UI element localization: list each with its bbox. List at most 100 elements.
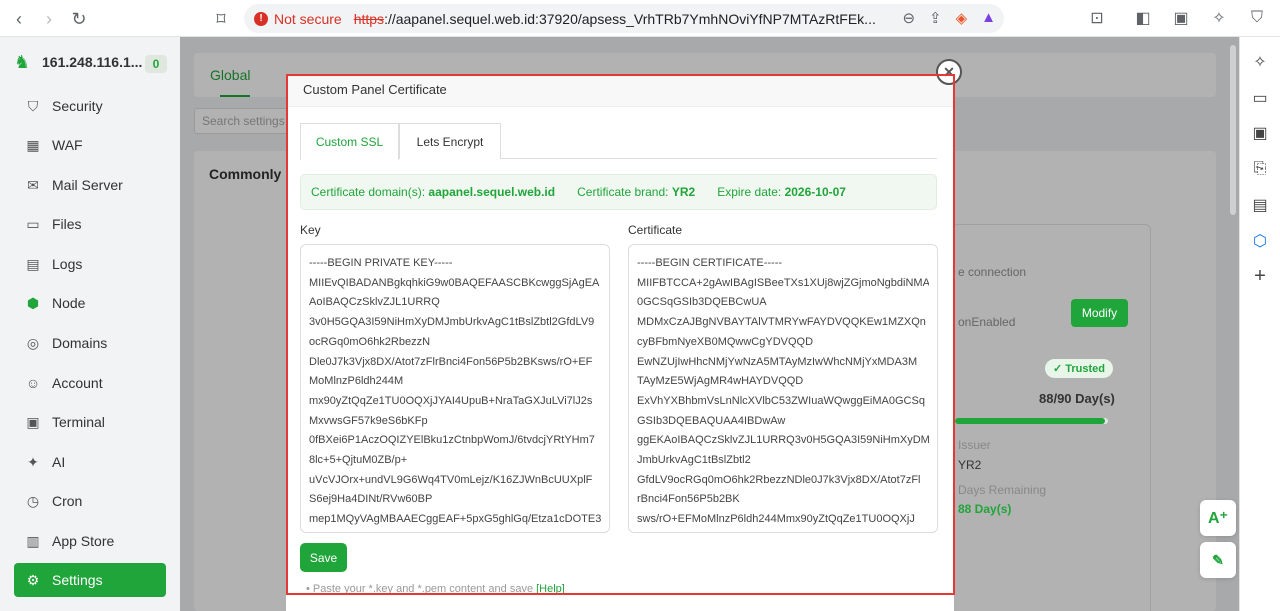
save-button[interactable]: Save	[300, 543, 347, 572]
tab-lets-encrypt[interactable]: Lets Encrypt	[399, 123, 501, 159]
assistant-icon[interactable]: A⁺	[1200, 500, 1236, 536]
wallet-icon[interactable]: ▣	[1249, 122, 1271, 144]
expire-label: Expire date:	[717, 185, 782, 199]
leo-ai-icon[interactable]: ✧	[1207, 6, 1231, 30]
key-line: MoMlnzP6ldh244M	[309, 375, 404, 388]
add-icon[interactable]: +	[1249, 265, 1271, 287]
url-scheme: https	[353, 10, 385, 27]
help-link[interactable]: [Help]	[536, 583, 565, 595]
sidebar-item-security[interactable]: ⛉ Security	[14, 89, 166, 123]
sidebar-item-label: Security	[52, 98, 103, 114]
bookmarks-icon[interactable]: ⎘	[1249, 158, 1271, 180]
sidebar-item-settings[interactable]: ⚙ Settings	[14, 563, 166, 597]
sidebar-item-logs[interactable]: ▤ Logs	[14, 247, 166, 281]
bookmark-icon[interactable]: ⌑	[208, 6, 234, 32]
zoom-icon[interactable]: ⊖	[902, 9, 915, 27]
shield-icon: ⛉	[27, 97, 39, 114]
trusted-badge: ✓ Trusted	[1045, 359, 1114, 378]
wallet-icon[interactable]: ▣	[1169, 6, 1193, 30]
trusted-label: Trusted	[1065, 363, 1106, 375]
key-line: -----BEGIN PRIVATE KEY-----	[309, 257, 453, 269]
cert-line: JmbUrkvAgC1tBslZbtl2	[637, 454, 751, 467]
sidebar-item-account[interactable]: ☺ Account	[14, 366, 166, 400]
key-line: AoIBAQCzSklvZJL1URRQ	[309, 296, 440, 309]
custom-cert-dialog: Custom Panel Certificate Custom SSL Lets…	[286, 74, 954, 611]
screenshot-icon[interactable]: ⊡	[1085, 6, 1109, 30]
key-line: mep1MQyVAgMBAAECggEAF+5pxG5ghlGq/Etza1cD…	[309, 513, 601, 526]
key-line: MIIEvQIBADANBgkqhkiG9w0BAQEFAASCBKcwggSj…	[309, 276, 600, 289]
reload-icon[interactable]: ↻	[66, 6, 92, 32]
address-bar[interactable]: ! Not secure https ://aapanel.sequel.web…	[244, 4, 1004, 33]
sidebar-item-mail-server[interactable]: ✉ Mail Server	[14, 168, 166, 202]
close-icon[interactable]: ✕	[936, 59, 962, 85]
pin-icon[interactable]: ✧	[1249, 51, 1271, 73]
sidebar-item-label: App Store	[52, 533, 115, 549]
key-line: S6ej9Ha4DINt/RVw60BP	[309, 493, 433, 506]
globe-icon: ◎	[26, 334, 40, 351]
browser-toolbar: ‹ › ↻ ⌑ ! Not secure https ://aapanel.se…	[0, 0, 1280, 37]
share-icon[interactable]: ⇪	[929, 9, 942, 27]
feedback-icon[interactable]: ✎	[1200, 542, 1236, 578]
not-secure-label[interactable]: Not secure	[274, 11, 342, 27]
sidebar-item-app-store[interactable]: ▥ App Store	[14, 524, 166, 558]
sidebar-item-label: Settings	[52, 572, 103, 588]
cert-line: MDMxCzAJBgNVBAYTAlVTMRYwFAYDVQQKEw1MZXQn	[637, 316, 926, 329]
notification-badge[interactable]: 0	[145, 55, 167, 73]
back-icon[interactable]: ‹	[6, 6, 32, 32]
sidebar-item-waf[interactable]: ▦ WAF	[14, 128, 166, 162]
brave-shield-icon[interactable]: ◈	[956, 9, 968, 27]
sidebar-item-ai[interactable]: ✦ AI	[14, 445, 166, 479]
user-icon: ☺	[25, 375, 41, 391]
key-line: 8lc+5+QjtuM0ZB/p+	[309, 454, 408, 467]
remaining-label: Days Remaining	[958, 483, 1047, 497]
cert-line: rBnci4Fon56P5b2BK	[637, 493, 740, 506]
reading-list-icon[interactable]: ▤	[1249, 194, 1271, 216]
sidebar-item-label: Logs	[52, 256, 83, 272]
cert-line: TAyMzE5WjAgMR4wHAYDVQQD	[637, 375, 804, 388]
tab-custom-ssl[interactable]: Custom SSL	[300, 123, 399, 160]
cert-line: cyBFbmNyeXB0MQwwCgYDVQQD	[637, 335, 814, 348]
key-line: ocRGq0mO6hk2RbezzN	[309, 335, 431, 348]
issuer-label: Issuer	[958, 438, 991, 452]
enabled-text: onEnabled	[958, 315, 1016, 329]
sidebar-toggle-icon[interactable]: ◧	[1131, 6, 1155, 30]
key-line: MxvwsGF57k9eS6bKFp	[309, 414, 428, 427]
cert-label: Certificate	[628, 223, 683, 237]
key-line: mx90yZtQqZe1TU0OQXjJYAI4UpuB+NraTaGXJuLV…	[309, 394, 593, 407]
sidebar-item-label: Cron	[52, 493, 83, 509]
key-line: 3v0H5GQA3I59NiHmXyDMJmbUrkvAgC1tBslZbtl2…	[309, 316, 595, 329]
scrollbar[interactable]	[1230, 45, 1236, 215]
extension-icon[interactable]: ⬡	[1249, 230, 1271, 252]
store-icon: ▥	[26, 532, 40, 549]
waf-icon: ▦	[26, 136, 40, 153]
key-line: 0fBXei6P1AczOQIZYElBku1zCtnbpWomJ/6tvdcj…	[309, 434, 595, 447]
cert-textarea[interactable]: -----BEGIN CERTIFICATE----- MIIFBTCCA+2gA…	[628, 244, 938, 533]
key-label: Key	[300, 223, 321, 237]
sidebar-item-domains[interactable]: ◎ Domains	[14, 326, 166, 360]
vpn-shield-icon[interactable]: ⛉	[1245, 6, 1269, 30]
clock-icon: ◷	[26, 492, 40, 509]
modify-button[interactable]: Modify	[1071, 299, 1128, 327]
key-textarea[interactable]: -----BEGIN PRIVATE KEY----- MIIEvQIBADANB…	[300, 244, 610, 533]
cert-line: -----BEGIN CERTIFICATE-----	[637, 257, 783, 269]
sidebar-item-cron[interactable]: ◷ Cron	[14, 484, 166, 518]
remaining-value: 88 Day(s)	[958, 502, 1012, 516]
logs-icon: ▤	[26, 255, 40, 272]
mail-icon: ✉	[27, 176, 39, 193]
sidebar-item-files[interactable]: ▭ Files	[14, 207, 166, 241]
app-sidebar: ♞ 161.248.116.1... 0 ⛉ Security ▦ WAF ✉ Mai…	[0, 37, 180, 611]
domain-label: Certificate domain(s):	[311, 185, 426, 199]
forward-icon[interactable]: ›	[36, 6, 62, 32]
sidebar-item-node[interactable]: ⬢ Node	[14, 286, 166, 320]
rewards-icon[interactable]: ▲	[981, 9, 996, 27]
issuer-value: YR2	[958, 458, 982, 472]
sidebar-item-terminal[interactable]: ▣ Terminal	[14, 405, 166, 439]
days-progress-fill	[955, 418, 1105, 424]
media-icon[interactable]: ▭	[1249, 87, 1271, 109]
terminal-icon: ▣	[26, 413, 40, 430]
help-text-label: Paste your *.key and *.pem content and s…	[312, 583, 534, 595]
sidebar-item-label: WAF	[52, 137, 83, 153]
gear-icon: ⚙	[26, 571, 40, 588]
help-text: • Paste your *.key and *.pem content and…	[306, 583, 565, 595]
days-count: 88/90 Day(s)	[1039, 391, 1115, 406]
